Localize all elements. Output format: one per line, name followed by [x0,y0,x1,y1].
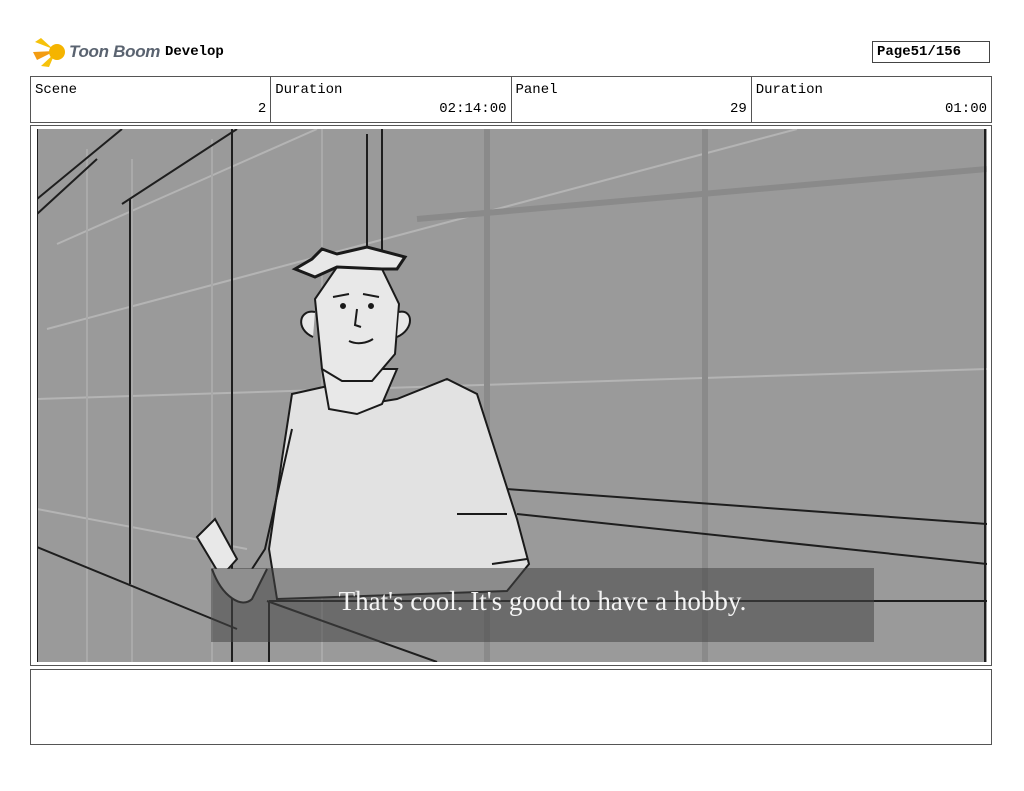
page-indicator: Page 51/156 [872,41,990,63]
scene-cell: Scene 2 [31,77,272,122]
scene-duration-value: 02:14:00 [439,101,507,117]
scene-label: Scene [35,82,78,98]
panel-value: 29 [729,101,747,117]
page-number: 51/156 [910,44,962,60]
panel-cell: Panel 29 [512,77,752,122]
project-name: Develop [165,44,224,60]
scene-duration-cell: Duration 02:14:00 [271,77,512,122]
toon-boom-logo: Toon Boom [33,36,160,68]
toon-boom-star-icon [33,38,65,67]
notes-box [30,669,992,745]
subtitle-text: That's cool. It's good to have a hobby. [338,586,747,616]
panel-duration-label: Duration [755,82,823,98]
scene-value: 2 [257,101,267,117]
panel-info-table: Scene 2 Duration 02:14:00 Panel 29 Durat… [30,76,992,123]
page-label: Page [877,44,911,60]
logo-text: Toon Boom [69,42,161,61]
scene-duration-label: Duration [275,82,343,98]
panel-label: Panel [515,82,558,98]
panel-duration-value: 01:00 [944,101,987,117]
panel-duration-cell: Duration 01:00 [752,77,991,122]
